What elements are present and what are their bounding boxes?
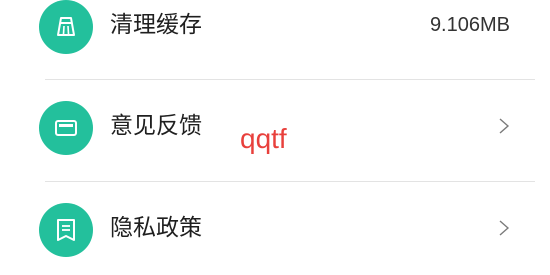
document-icon — [39, 203, 93, 257]
feedback-label: 意见反馈 — [110, 113, 202, 139]
divider — [45, 79, 535, 80]
divider — [45, 181, 535, 182]
broom-icon — [39, 0, 93, 54]
chevron-right-icon — [499, 220, 510, 236]
chevron-right-icon — [499, 118, 510, 134]
privacy-policy-row[interactable]: 隐私政策 — [0, 198, 550, 268]
privacy-policy-label: 隐私政策 — [110, 215, 202, 241]
message-icon — [39, 101, 93, 155]
overlay-text: qqtf — [240, 123, 287, 154]
clear-cache-label: 清理缓存 — [110, 12, 202, 38]
cache-size-value: 9.106MB — [429, 14, 510, 36]
clear-cache-row[interactable]: 清理缓存 9.106MB — [0, 0, 550, 65]
